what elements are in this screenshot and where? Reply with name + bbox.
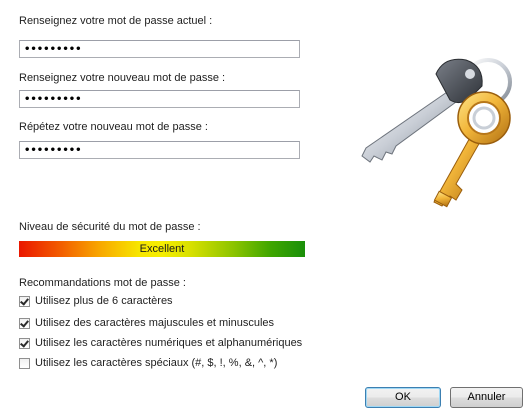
new-password-input[interactable]	[19, 90, 300, 108]
recommendation-item-length[interactable]: Utilisez plus de 6 caractères	[19, 294, 173, 308]
current-password-label: Renseignez votre mot de passe actuel :	[19, 15, 213, 27]
cancel-button[interactable]: Annuler	[450, 387, 523, 408]
recommendation-label: Utilisez les caractères numériques et al…	[35, 337, 303, 349]
recommendation-label: Utilisez plus de 6 caractères	[35, 295, 173, 307]
checkbox-checked[interactable]	[19, 295, 30, 307]
repeat-password-label: Répétez votre nouveau mot de passe :	[19, 121, 208, 133]
checkbox-checked[interactable]	[19, 337, 30, 349]
recommendations-title: Recommandations mot de passe :	[19, 277, 186, 289]
recommendation-item-numeric[interactable]: Utilisez les caractères numériques et al…	[19, 336, 302, 350]
strength-label: Niveau de sécurité du mot de passe :	[19, 221, 201, 233]
keys-icon	[361, 58, 512, 208]
recommendation-label: Utilisez les caractères spéciaux (#, $, …	[35, 357, 278, 369]
recommendation-item-case[interactable]: Utilisez des caractères majuscules et mi…	[19, 316, 274, 330]
repeat-password-input[interactable]	[19, 141, 300, 159]
strength-meter: Excellent	[19, 241, 305, 257]
recommendation-item-special[interactable]: Utilisez les caractères spéciaux (#, $, …	[19, 356, 277, 370]
new-password-label: Renseignez votre nouveau mot de passe :	[19, 72, 226, 84]
strength-value: Excellent	[139, 243, 185, 255]
checkbox-unchecked[interactable]	[19, 357, 30, 369]
checkbox-checked[interactable]	[19, 317, 30, 329]
recommendation-label: Utilisez des caractères majuscules et mi…	[35, 317, 275, 329]
current-password-input[interactable]	[19, 40, 300, 58]
ok-button[interactable]: OK	[365, 387, 441, 408]
